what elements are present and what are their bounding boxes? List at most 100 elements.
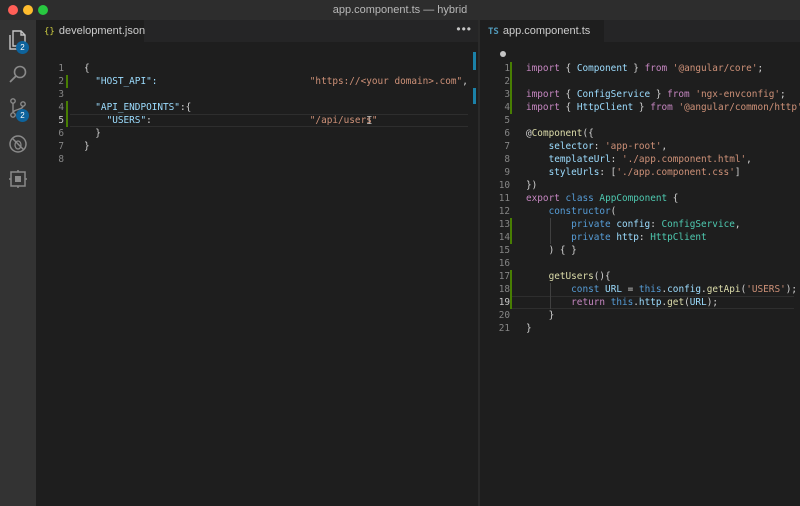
code-line[interactable]: 5 "USERS": "/api/users" — [36, 114, 478, 127]
code-text: "USERS": "/api/users" — [84, 114, 378, 127]
code-token: , — [462, 76, 468, 87]
code-line[interactable]: 21} — [480, 322, 800, 335]
tab-app-component-ts[interactable]: TS app.component.ts — [480, 20, 604, 58]
code-token: URL — [689, 297, 707, 308]
code-token: 'app-root' — [605, 141, 662, 152]
code-token: { — [559, 89, 577, 100]
code-line[interactable]: 5 — [480, 114, 800, 127]
code-line[interactable]: 16 — [480, 257, 800, 270]
code-token: '@angular/common/http' — [678, 102, 800, 113]
code-line[interactable]: 6 @Component({ — [480, 127, 800, 140]
code-line[interactable]: 12 constructor( — [480, 205, 800, 218]
code-token: this — [638, 284, 662, 295]
line-number: 9 — [504, 167, 510, 178]
code-token: , — [746, 154, 752, 165]
code-token: ConfigService — [576, 89, 651, 100]
zoom-window-button[interactable] — [38, 5, 48, 15]
code-line[interactable]: 1{ — [36, 62, 478, 75]
right-code-editor[interactable]: 1 import { Component } from '@angular/cor… — [480, 42, 800, 506]
code-line[interactable]: 2 "HOST_API": "https://<your domain>.com… — [36, 75, 478, 88]
code-line[interactable]: 3 — [36, 88, 478, 101]
code-token: : — [610, 154, 622, 165]
code-line[interactable]: 9 styleUrls: ['./app.component.css'] — [480, 166, 800, 179]
code-token: get — [667, 297, 685, 308]
code-line[interactable]: 20 } — [480, 309, 800, 322]
code-token: from — [644, 63, 668, 74]
code-token: private — [571, 232, 611, 243]
code-token: ; — [757, 63, 764, 74]
code-line[interactable]: 7 selector: 'app-root', — [480, 140, 800, 153]
code-line[interactable]: 2 — [480, 75, 800, 88]
code-token: import — [526, 102, 560, 113]
code-text: constructor( — [526, 205, 617, 218]
code-token: 'ngx-envconfig' — [695, 89, 781, 100]
code-token: Component — [576, 63, 628, 74]
code-line[interactable]: 11 export class AppComponent { — [480, 192, 800, 205]
line-number: 1 — [58, 63, 64, 74]
code-line[interactable]: 10}) — [480, 179, 800, 192]
code-token: http — [616, 232, 639, 243]
code-line[interactable]: 4 "API_ENDPOINTS":{ — [36, 101, 478, 114]
tab-development-json[interactable]: {} development.json — [36, 20, 146, 42]
code-line[interactable]: 4 import { HttpClient } from '@angular/co… — [480, 101, 800, 114]
code-token: return — [571, 297, 606, 308]
left-code-editor[interactable]: I 1{2 "HOST_API": "https://<your domain>… — [36, 42, 478, 506]
close-window-button[interactable] — [8, 5, 18, 15]
code-line[interactable]: 8 templateUrl: './app.component.html', — [480, 153, 800, 166]
code-line[interactable]: 6 } — [36, 127, 478, 140]
code-line[interactable]: 7} — [36, 140, 478, 153]
code-token: from — [650, 102, 673, 113]
code-token: import — [526, 89, 560, 100]
line-number: 8 — [58, 154, 64, 165]
tab-label: development.json — [58, 25, 146, 37]
code-line[interactable]: 8 — [36, 153, 478, 166]
code-line[interactable]: 13 private config: ConfigService, — [480, 218, 800, 231]
debug-icon[interactable] — [6, 132, 30, 156]
code-text: import { HttpClient } from '@angular/com… — [526, 101, 800, 114]
code-line[interactable]: 17 getUsers(){ — [480, 270, 800, 283]
more-actions-icon[interactable]: ••• — [456, 22, 472, 36]
code-token: this — [610, 297, 634, 308]
code-line[interactable]: 18 const URL = this.config.getApi('USERS… — [480, 283, 800, 296]
line-number: 16 — [498, 258, 510, 269]
line-number: 6 — [58, 128, 64, 139]
line-number: 6 — [504, 128, 510, 139]
code-token: "API_ENDPOINTS" — [84, 102, 180, 113]
code-token: const — [571, 284, 600, 295]
extensions-icon[interactable] — [6, 167, 30, 191]
code-token: class — [565, 193, 594, 204]
code-token: URL — [605, 284, 622, 295]
code-line[interactable]: 1 import { Component } from '@angular/cor… — [480, 62, 800, 75]
code-token: } — [84, 128, 101, 139]
search-icon[interactable] — [6, 62, 30, 86]
code-line[interactable]: 19 return this.http.get(URL); — [480, 296, 800, 309]
minimize-window-button[interactable] — [23, 5, 33, 15]
code-token: Component — [531, 128, 583, 139]
line-number: 4 — [58, 102, 64, 113]
json-file-icon: {} — [44, 27, 55, 37]
code-token: from — [667, 89, 690, 100]
code-token: : — [650, 219, 662, 230]
line-number: 5 — [504, 115, 510, 126]
line-number: 7 — [58, 141, 64, 152]
code-token: "https://<your domain>.com" — [309, 76, 463, 87]
code-line[interactable]: 15 ) { } — [480, 244, 800, 257]
code-token: './app.component.html' — [621, 154, 747, 165]
activity-bar: 2 2 — [0, 20, 36, 506]
code-token: "USERS" — [84, 115, 147, 126]
code-token: } — [633, 102, 651, 113]
code-token: ConfigService — [661, 219, 735, 230]
code-token: getUsers — [548, 271, 594, 282]
code-line[interactable]: 14 private http: HttpClient — [480, 231, 800, 244]
code-text: } — [84, 140, 90, 153]
code-token: = — [621, 284, 639, 295]
scm-badge: 2 — [16, 109, 29, 122]
code-line[interactable]: 3 import { ConfigService } from 'ngx-envc… — [480, 88, 800, 101]
line-number: 18 — [498, 284, 510, 295]
code-token: ; — [780, 89, 786, 100]
